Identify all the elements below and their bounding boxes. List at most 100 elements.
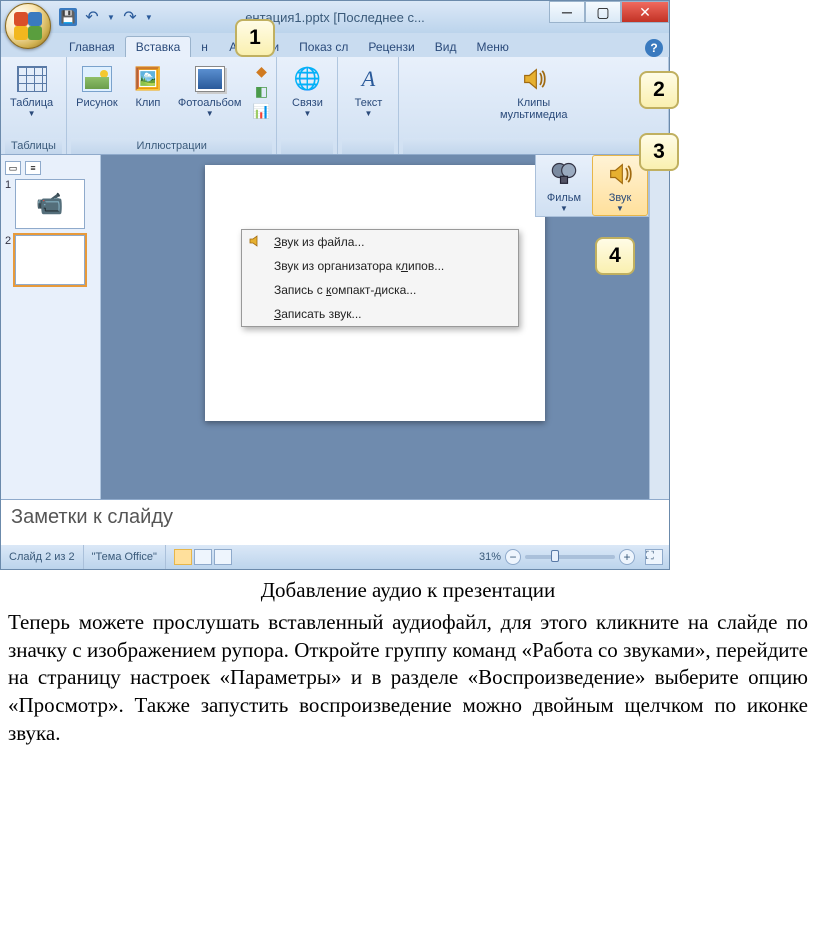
tab-review[interactable]: Рецензи [358,37,424,57]
table-icon [16,63,48,95]
thumbnail-tab-slides[interactable]: ▭ [5,161,21,175]
callout-3: 3 [639,133,679,171]
ribbon-group-links: 🌐 Связи ▼ [277,57,338,154]
help-icon[interactable]: ? [645,39,663,57]
chevron-down-icon: ▼ [616,204,624,213]
film-button[interactable]: Фильм ▼ [536,155,592,216]
photoalbum-icon [194,63,226,95]
picture-button[interactable]: Рисунок [71,60,123,112]
thumb-number-1: 1 [5,179,11,191]
zoom-out-button[interactable]: − [505,549,521,565]
text-label: Текст [355,97,383,109]
links-button[interactable]: 🌐 Связи ▼ [281,60,333,121]
view-sorter-button[interactable] [194,549,212,565]
chevron-down-icon: ▼ [303,109,311,118]
menu-record-sound[interactable]: Записать звук... [242,302,518,326]
tab-design[interactable]: н [191,37,219,57]
group-tables-label: Таблицы [5,138,62,154]
chevron-down-icon: ▼ [560,204,568,213]
chart-icon[interactable]: 📊 [252,102,270,120]
callout-2: 2 [639,71,679,109]
ribbon-tabs: Главная Вставка н Анимаци Показ сл Рецен… [59,33,669,57]
group-links-label [281,138,333,154]
menu-label-part: Запись с [274,283,326,297]
view-slideshow-button[interactable] [214,549,232,565]
zoom-in-button[interactable]: + [619,549,635,565]
chevron-down-icon: ▼ [364,109,372,118]
table-label: Таблица [10,97,53,109]
photoalbum-button[interactable]: Фотоальбом ▼ [173,60,247,121]
menu-sound-from-organizer[interactable]: Звук из организатора клипов... [242,254,518,278]
chevron-down-icon: ▼ [28,109,36,118]
thumb-number-2: 2 [5,235,11,247]
menu-label-part: Звук из организатора к [274,259,401,273]
text-icon: A [352,63,384,95]
menu-play-cd-audio[interactable]: Запись с компакт-диска... [242,278,518,302]
callout-4: 4 [595,237,635,275]
film-label: Фильм [547,192,581,204]
ribbon-group-illustrations: Рисунок 🖼️ Клип Фотоальбом ▼ ◆ ◧ 📊 Иллюс… [67,57,278,154]
ribbon-group-media: Клипы мультимедиа [399,57,669,154]
photoalbum-label: Фотоальбом [178,97,242,109]
shapes-icon[interactable]: ◆ [252,62,270,80]
ribbon-group-text: A Текст ▼ [338,57,399,154]
tab-home[interactable]: Главная [59,37,125,57]
chevron-down-icon: ▼ [206,109,214,118]
notes-pane[interactable]: Заметки к слайду [1,499,669,545]
callout-1: 1 [235,19,275,57]
view-normal-button[interactable] [174,549,192,565]
office-button[interactable] [5,3,51,49]
speaker-small-icon [248,233,266,251]
media-float-panel: Фильм ▼ Звук ▼ [535,155,649,217]
clipart-icon: 🖼️ [132,63,164,95]
illustration-mini-column: ◆ ◧ 📊 [250,60,272,122]
menu-label-part: л [401,259,408,273]
group-media-label [403,138,664,154]
media-clips-button[interactable]: Клипы мультимедиа [490,60,578,124]
zoom-percent: 31% [479,551,501,563]
text-button[interactable]: A Текст ▼ [342,60,394,121]
clipart-label: Клип [135,97,160,109]
sound-dropdown-menu: Звук из файла... Звук из организатора кл… [241,229,519,327]
tab-insert[interactable]: Вставка [125,36,192,57]
smartart-icon[interactable]: ◧ [252,82,270,100]
links-label: Связи [292,97,323,109]
clipart-button[interactable]: 🖼️ Клип [127,60,169,112]
tab-view[interactable]: Вид [425,37,467,57]
minimize-button[interactable]: ─ [549,1,585,23]
sound-label: Звук [609,192,632,204]
menu-sound-from-file[interactable]: Звук из файла... [242,230,518,254]
zoom-fit-button[interactable]: ⛶ [645,549,663,565]
close-button[interactable]: ✕ [621,1,669,23]
ribbon-group-tables: Таблица ▼ Таблицы [1,57,67,154]
maximize-button[interactable]: ▢ [585,1,621,23]
vertical-scrollbar[interactable] [649,155,669,499]
slide-thumb-2[interactable] [15,235,85,285]
speaker-icon [518,63,550,95]
group-text-label [342,138,394,154]
workspace: ▭ ≡ 1 📹 2 Фильм ▼ [1,155,669,499]
slide-editor[interactable]: Фильм ▼ Звук ▼ Звук из файла... [101,155,649,499]
menu-label-part: ипов... [408,259,444,273]
group-illustrations-label: Иллюстрации [71,138,273,154]
menu-label-part: омпакт-диска... [331,283,416,297]
media-label: Клипы мультимедиа [500,97,568,121]
app-window: 1 2 3 4 💾 ↶ ▼ ↷ ▼ ентация1.pptx [Последн… [0,0,670,570]
table-button[interactable]: Таблица ▼ [5,60,58,121]
figure-caption: Добавление аудио к презентации [0,578,816,603]
tab-slideshow[interactable]: Показ сл [289,37,358,57]
film-icon [548,158,580,190]
ribbon: Таблица ▼ Таблицы Рисунок 🖼️ Клип Фотоал… [1,57,669,155]
zoom-controls: 31% − + ⛶ [473,549,669,565]
thumbnail-tab-outline[interactable]: ≡ [25,161,41,175]
menu-label-part: вук из файла... [281,235,364,249]
titlebar: 💾 ↶ ▼ ↷ ▼ ентация1.pptx [Последнее с... … [1,1,669,33]
thumbnail-pane: ▭ ≡ 1 📹 2 [1,155,101,499]
body-paragraph: Теперь можете прослушать вставленный ауд… [0,609,816,758]
slide-thumb-1[interactable]: 📹 [15,179,85,229]
tab-menu[interactable]: Меню [466,37,518,57]
speaker-icon [604,158,636,190]
zoom-slider[interactable] [525,555,615,559]
statusbar: Слайд 2 из 2 "Тема Office" 31% − + ⛶ [1,545,669,569]
menu-label-part: аписать звук... [281,307,361,321]
